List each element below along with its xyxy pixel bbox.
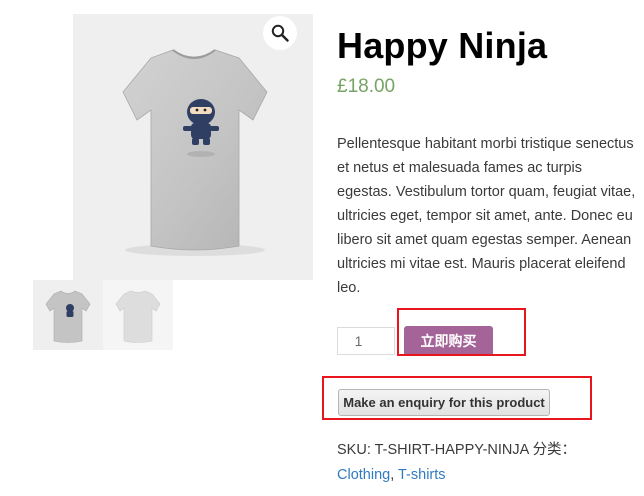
enquiry-button[interactable]: Make an enquiry for this product xyxy=(338,389,550,416)
thumbnail-strip xyxy=(33,280,173,350)
tshirt-back-icon xyxy=(115,290,161,343)
buy-now-button[interactable]: 立即购买 xyxy=(404,326,493,356)
product-title: Happy Ninja xyxy=(337,25,548,66)
tshirt-front-icon xyxy=(45,290,91,343)
category-link-clothing[interactable]: Clothing xyxy=(337,467,390,483)
magnifier-icon xyxy=(271,24,289,42)
thumbnail-back[interactable] xyxy=(103,280,173,350)
sku-value: T-SHIRT-HAPPY-NINJA xyxy=(374,442,529,458)
quantity-input[interactable] xyxy=(337,327,395,355)
product-price: £18.00 xyxy=(337,76,396,97)
category-label: 分类： xyxy=(532,442,577,458)
category-link-tshirts[interactable]: T-shirts xyxy=(398,467,446,483)
zoom-button[interactable] xyxy=(263,16,297,50)
sku-label: SKU: xyxy=(337,442,371,458)
tshirt-image xyxy=(122,49,268,256)
product-main-image[interactable] xyxy=(73,14,313,280)
thumbnail-front[interactable] xyxy=(33,280,103,350)
category-separator: , xyxy=(390,467,398,483)
product-description: Pellentesque habitant morbi tristique se… xyxy=(337,136,636,296)
product-meta: SKU: T-SHIRT-HAPPY-NINJA 分类： Clothing, T… xyxy=(337,438,637,488)
